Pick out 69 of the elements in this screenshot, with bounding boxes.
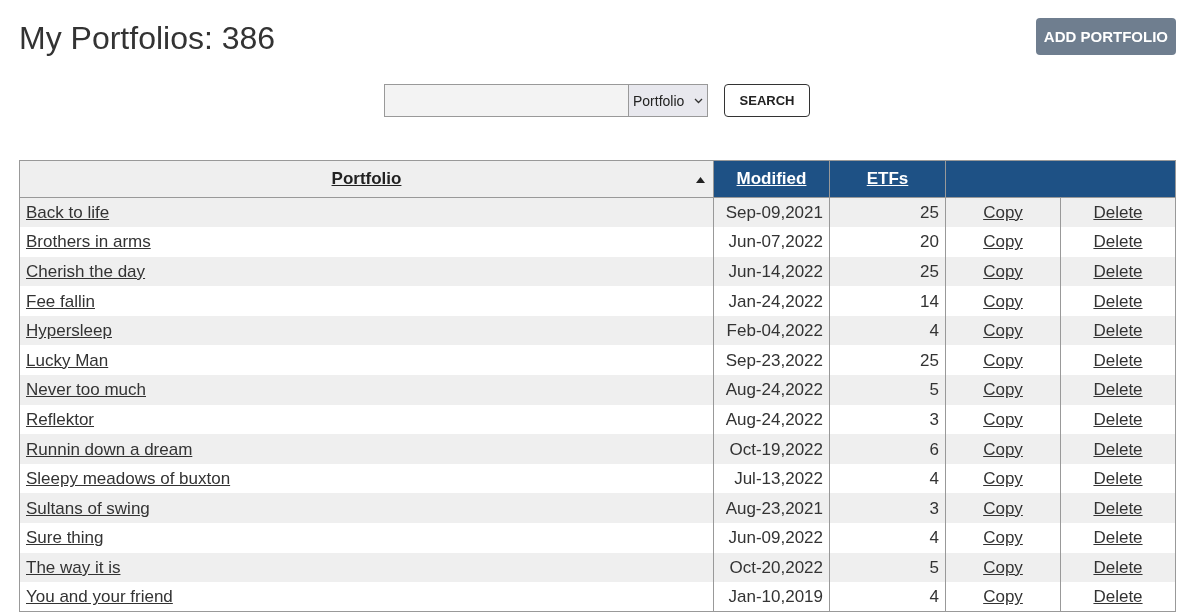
row-title-link[interactable]: Runnin down a dream [26,439,193,459]
row-title-link[interactable]: Sure thing [26,528,104,548]
etf-count: 25 [920,262,939,281]
modified-date: Feb-04,2022 [726,321,823,341]
copy-link[interactable]: Copy [983,291,1023,311]
row-title-link[interactable]: Sleepy meadows of buxton [26,469,231,489]
row-title-link[interactable]: Brothers in arms [26,232,151,252]
modified-date: Oct-19,2022 [729,439,823,459]
copy-link[interactable]: Copy [983,409,1023,429]
delete-link[interactable]: Delete [1093,350,1143,370]
row-title-link[interactable]: Hypersleep [26,321,112,341]
modified-date: Jan-10,2019 [728,587,823,607]
search-button[interactable]: SEARCH [724,84,810,117]
sort-ascending-icon [696,177,705,183]
column-header[interactable]: Modified [713,160,830,198]
row-title-link[interactable]: You and your friend [26,587,173,607]
etf-count: 3 [929,409,939,429]
etf-count: 20 [920,232,939,252]
etf-count: 6 [929,439,939,459]
modified-date: Jul-13,2022 [734,469,823,489]
add-portfolio-button[interactable]: ADD PORTFOLIO [1035,18,1176,55]
delete-link[interactable]: Delete [1093,232,1143,252]
copy-link[interactable]: Copy [983,587,1023,607]
modified-date: Jun-14,2022 [728,262,823,281]
column-header-link[interactable]: Modified [736,169,807,188]
etf-count: 4 [929,321,939,341]
row-title-link[interactable]: Back to life [26,203,110,223]
delete-link[interactable]: Delete [1093,291,1143,311]
delete-link[interactable]: Delete [1093,409,1143,429]
column-header-link[interactable]: Portfolio [331,169,402,188]
column-header-link[interactable]: ETFs [866,169,909,188]
etf-count: 4 [929,469,939,489]
etf-count: 5 [929,557,939,577]
etf-count: 5 [929,380,939,400]
delete-link[interactable]: Delete [1093,528,1143,548]
etf-count: 3 [929,498,939,518]
copy-link[interactable]: Copy [983,232,1023,252]
row-title-link[interactable]: Fee fallin [26,291,95,311]
copy-link[interactable]: Copy [983,528,1023,548]
column-header[interactable]: Portfolio [19,160,714,198]
modified-date: Aug-24,2022 [725,409,823,429]
search-scope-dropdown[interactable]: Portfolio [628,84,708,117]
etf-count: 4 [929,528,939,548]
row-title-link[interactable]: Cherish the day [26,262,146,281]
modified-date: Jan-24,2022 [728,291,823,311]
row-title-link[interactable]: Never too much [26,380,146,400]
row-title-link[interactable]: The way it is [26,557,121,577]
modified-date: Oct-20,2022 [729,557,823,577]
etf-count: 4 [929,587,939,607]
modified-date: Jun-07,2022 [728,232,823,252]
copy-link[interactable]: Copy [983,350,1023,370]
column-header[interactable]: ETFs [829,160,946,198]
modified-date: Aug-24,2022 [725,380,823,400]
search-field[interactable] [384,84,628,117]
modified-date: Jun-09,2022 [728,528,823,548]
etf-count: 25 [920,203,939,223]
row-title-link[interactable]: Lucky Man [26,350,109,370]
page-title: My Portfolios: 386 [19,19,276,57]
etf-count: 25 [920,350,939,370]
delete-link[interactable]: Delete [1093,587,1143,607]
row-title-link[interactable]: Sultans of swing [26,498,150,518]
modified-date: Sep-23,2022 [725,350,823,370]
delete-link[interactable]: Delete [1093,469,1143,489]
modified-date: Sep-09,2021 [725,203,823,223]
row-title-link[interactable]: Reflektor [26,409,95,429]
copy-link[interactable]: Copy [983,469,1023,489]
chevron-down-icon [694,97,703,104]
etf-count: 14 [920,291,939,311]
modified-date: Aug-23,2021 [725,498,823,518]
